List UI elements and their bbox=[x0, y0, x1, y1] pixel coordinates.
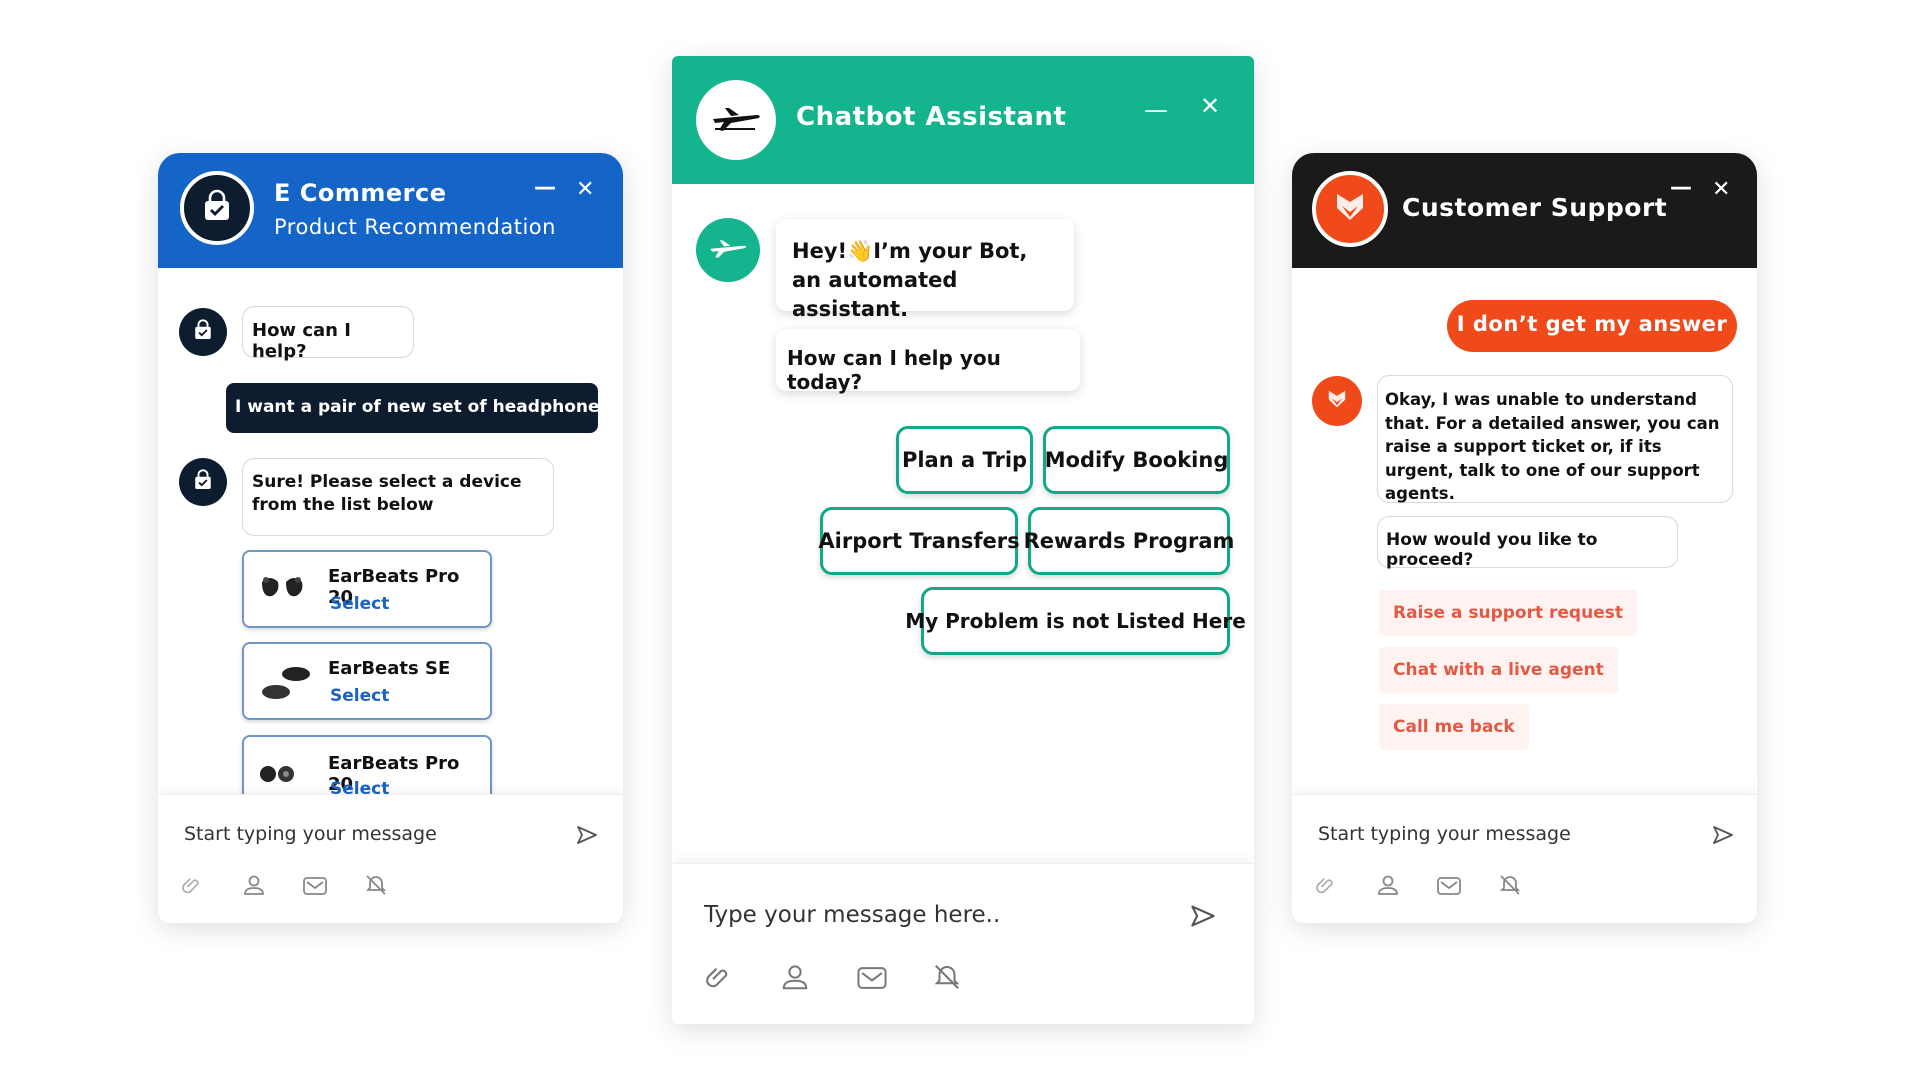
option-rewards-program[interactable]: Rewards Program bbox=[1024, 507, 1234, 575]
select-link[interactable]: Select bbox=[330, 686, 389, 706]
bot-avatar bbox=[179, 458, 227, 506]
bot-avatar bbox=[696, 218, 760, 282]
option-problem-not-listed[interactable]: My Problem is not Listed Here bbox=[905, 587, 1246, 655]
ecommerce-chat-widget: E Commerce Product Recommendation — ✕ Ho… bbox=[158, 153, 623, 923]
chatbot-title: Chatbot Assistant bbox=[796, 102, 1067, 132]
option-modify-booking[interactable]: Modify Booking bbox=[1043, 426, 1230, 494]
close-button[interactable]: ✕ bbox=[1200, 94, 1220, 118]
option-chat-live-agent[interactable]: Chat with a live agent bbox=[1379, 647, 1618, 693]
shopping-bag-icon bbox=[192, 469, 214, 495]
support-header-avatar bbox=[1312, 171, 1388, 247]
message-composer: Type your message here.. bbox=[672, 863, 1254, 1024]
bot-message: How can I help? bbox=[242, 306, 414, 362]
bot-message-line: an automated assistant. bbox=[792, 268, 958, 321]
bot-message: Sure! Please select a device from the li… bbox=[242, 458, 554, 536]
product-card[interactable]: EarBeats SE Select bbox=[242, 642, 492, 720]
user-icon[interactable] bbox=[780, 962, 810, 996]
user-message: I don’t get my answer bbox=[1447, 300, 1737, 352]
earbuds-icon bbox=[258, 572, 308, 606]
option-airport-transfers[interactable]: Airport Transfers bbox=[818, 507, 1020, 575]
paperclip-icon[interactable] bbox=[182, 875, 204, 901]
airplane-icon bbox=[711, 103, 761, 137]
bot-message: Okay, I was unable to understand that. F… bbox=[1377, 375, 1733, 503]
ecommerce-subtitle: Product Recommendation bbox=[274, 215, 556, 239]
mute-icon[interactable] bbox=[932, 962, 962, 996]
ecommerce-header: E Commerce Product Recommendation — ✕ bbox=[158, 153, 623, 268]
user-icon[interactable] bbox=[242, 873, 266, 901]
user-icon[interactable] bbox=[1376, 873, 1400, 901]
option-plan-trip[interactable]: Plan a Trip bbox=[896, 426, 1033, 494]
bot-message: How can I help you today? bbox=[776, 329, 1080, 394]
chatbot-assistant-widget: Chatbot Assistant — ✕ Hey!👋I’m your Bot,… bbox=[672, 56, 1254, 1024]
mail-icon[interactable] bbox=[856, 964, 888, 996]
bot-message: How would you like to proceed? bbox=[1377, 516, 1678, 570]
close-button[interactable]: ✕ bbox=[576, 179, 594, 201]
fox-logo-icon bbox=[1325, 387, 1349, 415]
message-input[interactable]: Start typing your message bbox=[1318, 823, 1678, 845]
chatbot-header-avatar bbox=[696, 80, 776, 160]
user-message: I want a pair of new set of headphones bbox=[226, 383, 610, 433]
message-composer: Start typing your message bbox=[1292, 794, 1757, 923]
select-link[interactable]: Select bbox=[330, 594, 389, 614]
support-header: Customer Support — ✕ bbox=[1292, 153, 1757, 268]
airplane-icon bbox=[709, 236, 747, 264]
option-call-me-back[interactable]: Call me back bbox=[1379, 704, 1529, 750]
send-icon[interactable] bbox=[1190, 904, 1216, 932]
earbuds-icon bbox=[258, 662, 318, 706]
option-raise-support-request[interactable]: Raise a support request bbox=[1379, 590, 1637, 636]
customer-support-widget: Customer Support — ✕ I don’t get my answ… bbox=[1292, 153, 1757, 923]
bot-avatar bbox=[1312, 376, 1362, 426]
mute-icon[interactable] bbox=[364, 873, 388, 901]
paperclip-icon[interactable] bbox=[706, 964, 734, 996]
mute-icon[interactable] bbox=[1498, 873, 1522, 901]
minimize-button[interactable]: — bbox=[1670, 177, 1692, 199]
message-input[interactable]: Start typing your message bbox=[184, 823, 544, 845]
close-button[interactable]: ✕ bbox=[1712, 179, 1730, 201]
shopping-bag-icon bbox=[192, 319, 214, 345]
send-icon[interactable] bbox=[576, 825, 598, 849]
ecommerce-title: E Commerce bbox=[274, 179, 447, 207]
chatbot-header: Chatbot Assistant — ✕ bbox=[672, 56, 1254, 184]
product-name: EarBeats SE bbox=[328, 658, 451, 679]
minimize-button[interactable]: — bbox=[534, 177, 556, 199]
support-title: Customer Support bbox=[1402, 193, 1668, 222]
message-input[interactable]: Type your message here.. bbox=[704, 902, 1144, 928]
paperclip-icon[interactable] bbox=[1316, 875, 1338, 901]
ecommerce-header-avatar bbox=[180, 171, 254, 245]
fox-logo-icon bbox=[1331, 188, 1369, 230]
send-icon[interactable] bbox=[1712, 825, 1734, 849]
earbuds-icon bbox=[258, 763, 298, 789]
bot-message-line: Hey!👋I’m your Bot, bbox=[792, 239, 1028, 263]
message-composer: Start typing your message bbox=[158, 794, 623, 923]
bot-message: Hey!👋I’m your Bot, an automated assistan… bbox=[776, 219, 1074, 321]
mail-icon[interactable] bbox=[1436, 875, 1462, 901]
mail-icon[interactable] bbox=[302, 875, 328, 901]
bot-avatar bbox=[179, 308, 227, 356]
product-card[interactable]: EarBeats Pro 20 Select bbox=[242, 550, 492, 628]
minimize-button[interactable]: — bbox=[1144, 98, 1168, 122]
shopping-bag-icon bbox=[200, 189, 234, 227]
